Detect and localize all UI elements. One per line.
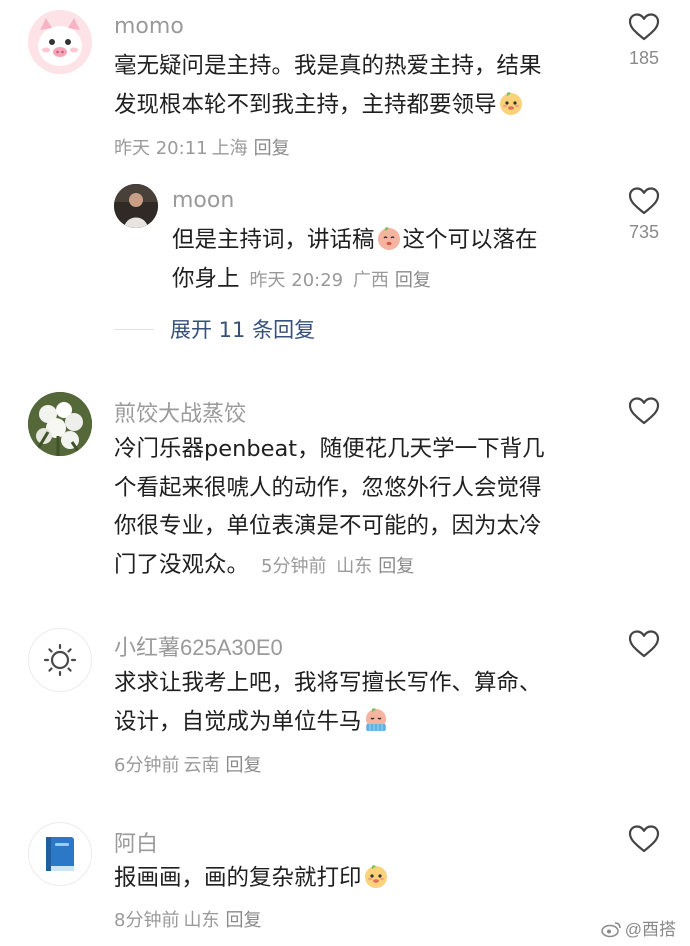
comment-location: 广西 bbox=[352, 269, 389, 291]
like-count: 735 bbox=[628, 222, 660, 242]
heart-outline-icon bbox=[628, 13, 660, 41]
avatar[interactable] bbox=[28, 10, 92, 74]
heart-outline-icon bbox=[628, 187, 660, 215]
heart-outline-icon bbox=[628, 397, 660, 425]
reply-text: 但是主持词，讲话稿 这个可以落在 你身上 昨天 20:29 广西 回复 bbox=[172, 221, 538, 300]
comment-time: 5分钟前 bbox=[261, 555, 327, 577]
comment-meta: 昨天 20:11 上海 回复 bbox=[114, 134, 290, 160]
heart-outline-icon bbox=[628, 825, 660, 853]
crying-peach-emoji-icon bbox=[365, 707, 386, 731]
like-button[interactable] bbox=[620, 824, 668, 854]
comment-line: 设计，自觉成为单位牛马 bbox=[114, 703, 542, 742]
like-button[interactable]: 735 bbox=[620, 186, 668, 243]
comment-time: 昨天 20:29 bbox=[249, 269, 344, 291]
comment-time: 6分钟前 bbox=[114, 755, 180, 776]
comment-line: 毫无疑问是主持。我是真的热爱主持，结果 bbox=[114, 53, 542, 79]
like-button[interactable] bbox=[620, 396, 668, 426]
reply-button[interactable]: 回复 bbox=[378, 556, 414, 577]
comment-line: 你很专业，单位表演是不可能的，因为太冷 bbox=[114, 513, 542, 539]
pig-avatar-icon bbox=[28, 10, 92, 74]
comment-line: 但是主持词，讲话稿 这个可以落在 bbox=[172, 227, 538, 253]
comment-time: 8分钟前 bbox=[114, 910, 180, 931]
expand-replies-label: 展开 11 条回复 bbox=[170, 318, 316, 342]
reply-button[interactable]: 回复 bbox=[225, 910, 261, 931]
flower-avatar-icon bbox=[28, 392, 92, 456]
peach-face-emoji-icon bbox=[377, 227, 400, 250]
comment-line: 冷门乐器penbeat，随便花几天学一下背几 bbox=[114, 436, 545, 462]
reply-button[interactable]: 回复 bbox=[395, 270, 431, 291]
comment-line: 发现根本轮不到我主持，主持都要领导 bbox=[114, 86, 542, 125]
comment-line: 你身上 昨天 20:29 广西 回复 bbox=[172, 265, 431, 292]
reply-button[interactable]: 回复 bbox=[225, 755, 261, 776]
comment-line: 门了没观众。 5分钟前 山东 回复 bbox=[114, 551, 415, 578]
like-button[interactable]: 185 bbox=[620, 12, 668, 69]
like-count: 185 bbox=[628, 48, 660, 68]
username[interactable]: momo bbox=[114, 14, 184, 39]
comment-location: 上海 bbox=[211, 138, 248, 159]
photo-avatar-icon bbox=[114, 184, 158, 228]
peach-face-emoji-icon bbox=[364, 865, 387, 888]
expand-replies-button[interactable]: 展开 11 条回复 bbox=[114, 314, 315, 344]
book-avatar-icon bbox=[46, 837, 74, 871]
comment-text: 毫无疑问是主持。我是真的热爱主持，结果 发现根本轮不到我主持，主持都要领导 bbox=[114, 47, 542, 124]
like-button[interactable] bbox=[620, 629, 668, 659]
comment-line: 报画画，画的复杂就打印 bbox=[114, 859, 390, 898]
avatar[interactable] bbox=[28, 822, 92, 886]
divider bbox=[114, 328, 154, 330]
comment-line: 个看起来很唬人的动作，忽悠外行人会觉得 bbox=[114, 474, 542, 501]
avatar[interactable] bbox=[28, 628, 92, 692]
avatar[interactable] bbox=[28, 392, 92, 456]
username[interactable]: 煎饺大战蒸饺 bbox=[114, 396, 246, 428]
comment-time: 昨天 20:11 bbox=[114, 138, 208, 159]
comment-line: 求求让我考上吧，我将写擅长写作、算命、 bbox=[114, 670, 542, 696]
comment-location: 山东 bbox=[183, 910, 220, 931]
watermark-text: @酉搭 bbox=[624, 920, 676, 939]
reply-button[interactable]: 回复 bbox=[254, 138, 290, 159]
comment-text: 报画画，画的复杂就打印 bbox=[114, 859, 390, 898]
comment-meta: 8分钟前 山东 回复 bbox=[114, 906, 261, 932]
sun-avatar-icon bbox=[43, 643, 77, 677]
comment-location: 云南 bbox=[183, 755, 220, 776]
comment-location: 山东 bbox=[336, 555, 373, 577]
comment-text: 求求让我考上吧，我将写擅长写作、算命、 设计，自觉成为单位牛马 bbox=[114, 664, 542, 741]
heart-outline-icon bbox=[628, 630, 660, 658]
username[interactable]: 小红薯625A30E0 bbox=[114, 630, 283, 662]
watermark: @酉搭 bbox=[600, 915, 676, 940]
avatar[interactable] bbox=[114, 184, 158, 228]
comment-text: 冷门乐器penbeat，随便花几天学一下背几 个看起来很唬人的动作，忽悠外行人会… bbox=[114, 430, 545, 586]
comment-meta: 6分钟前 云南 回复 bbox=[114, 751, 261, 777]
weibo-logo-icon bbox=[600, 922, 621, 938]
username[interactable]: 阿白 bbox=[114, 826, 158, 858]
peach-face-emoji-icon bbox=[499, 91, 522, 115]
username[interactable]: moon bbox=[172, 188, 234, 213]
